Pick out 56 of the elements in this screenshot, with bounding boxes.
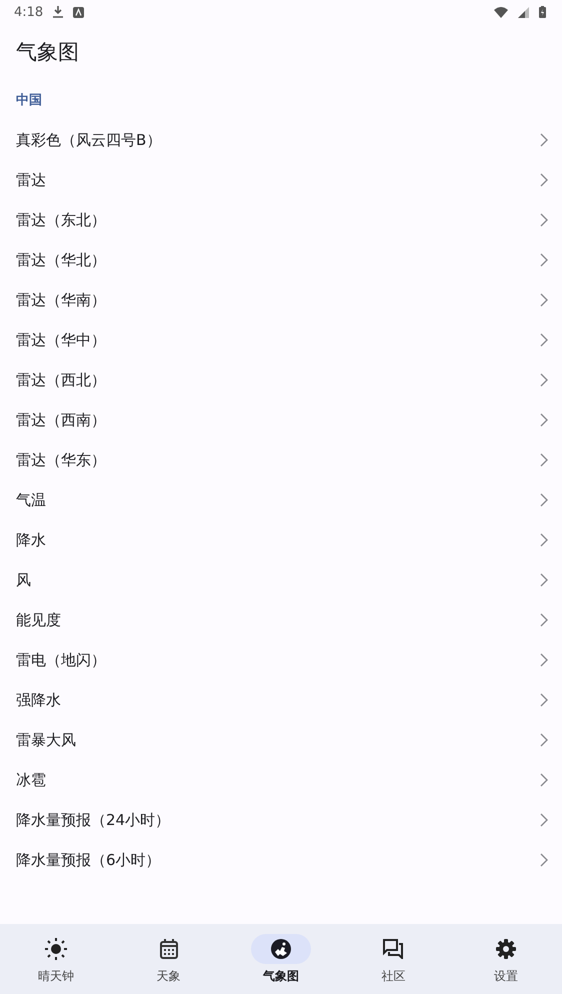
chevron-icon <box>540 653 548 667</box>
nav-tab[interactable]: 设置 <box>450 924 562 994</box>
list-item[interactable]: 雷达（东北） <box>0 200 562 240</box>
chevron-icon <box>540 733 548 747</box>
list-item[interactable]: 气温 <box>0 480 562 520</box>
chevron-icon <box>540 813 548 827</box>
nav-tab[interactable]: 社区 <box>337 924 450 994</box>
status-time: 4:18 <box>14 4 44 20</box>
chevron-icon <box>540 613 548 627</box>
list-item[interactable]: 降水量预报（24小时） <box>0 800 562 840</box>
chevron-icon <box>540 573 548 587</box>
download-icon <box>53 6 64 18</box>
nav-tab[interactable]: 天象 <box>112 924 225 994</box>
signal-icon <box>518 6 529 18</box>
list-item[interactable]: 雷达（西南） <box>0 400 562 440</box>
chevron-icon <box>540 493 548 507</box>
nav-tab[interactable]: 晴天钟 <box>0 924 112 994</box>
list-item[interactable]: 雷达（华南） <box>0 280 562 320</box>
wifi-icon <box>494 6 508 18</box>
globe-icon <box>271 938 292 958</box>
list-item[interactable]: 雷暴大风 <box>0 720 562 760</box>
gear-icon <box>496 938 516 958</box>
chevron-icon <box>540 333 548 347</box>
chevron-icon <box>540 693 548 707</box>
chevron-icon <box>540 533 548 547</box>
chevron-icon <box>540 773 548 787</box>
list-item[interactable]: 降水量预报（6小时） <box>0 840 562 880</box>
chevron-icon <box>540 213 548 227</box>
chevron-icon <box>540 293 548 307</box>
list-item[interactable]: 真彩色（风云四号B） <box>0 120 562 160</box>
page-title: 气象图 <box>15 39 80 66</box>
notification-icon <box>73 6 84 18</box>
chevron-icon <box>540 253 548 267</box>
list-item[interactable]: 雷达（华中） <box>0 320 562 360</box>
list-item[interactable]: 强降水 <box>0 680 562 720</box>
list-item[interactable]: 雷达（华北） <box>0 240 562 280</box>
chevron-icon <box>540 373 548 387</box>
list-item[interactable]: 冰雹 <box>0 760 562 800</box>
list-item[interactable]: 降水 <box>0 520 562 560</box>
sun-icon <box>45 938 68 960</box>
chevron-icon <box>540 853 548 867</box>
calendar-icon <box>160 938 178 958</box>
nav-tab[interactable]: 气象图 <box>224 924 338 994</box>
list-item[interactable]: 能见度 <box>0 600 562 640</box>
chevron-icon <box>540 413 548 427</box>
list-item[interactable]: 雷电（地闪） <box>0 640 562 680</box>
list-item[interactable]: 雷达（华东） <box>0 440 562 480</box>
list-item[interactable]: 雷达 <box>0 160 562 200</box>
section-header: 中国 <box>15 92 43 110</box>
chat-icon <box>383 938 404 958</box>
chevron-icon <box>540 453 548 467</box>
chevron-icon <box>540 173 548 187</box>
list-item[interactable]: 风 <box>0 560 562 600</box>
battery-icon <box>539 6 546 18</box>
list-item[interactable]: 雷达（西北） <box>0 360 562 400</box>
chevron-icon <box>540 133 548 147</box>
